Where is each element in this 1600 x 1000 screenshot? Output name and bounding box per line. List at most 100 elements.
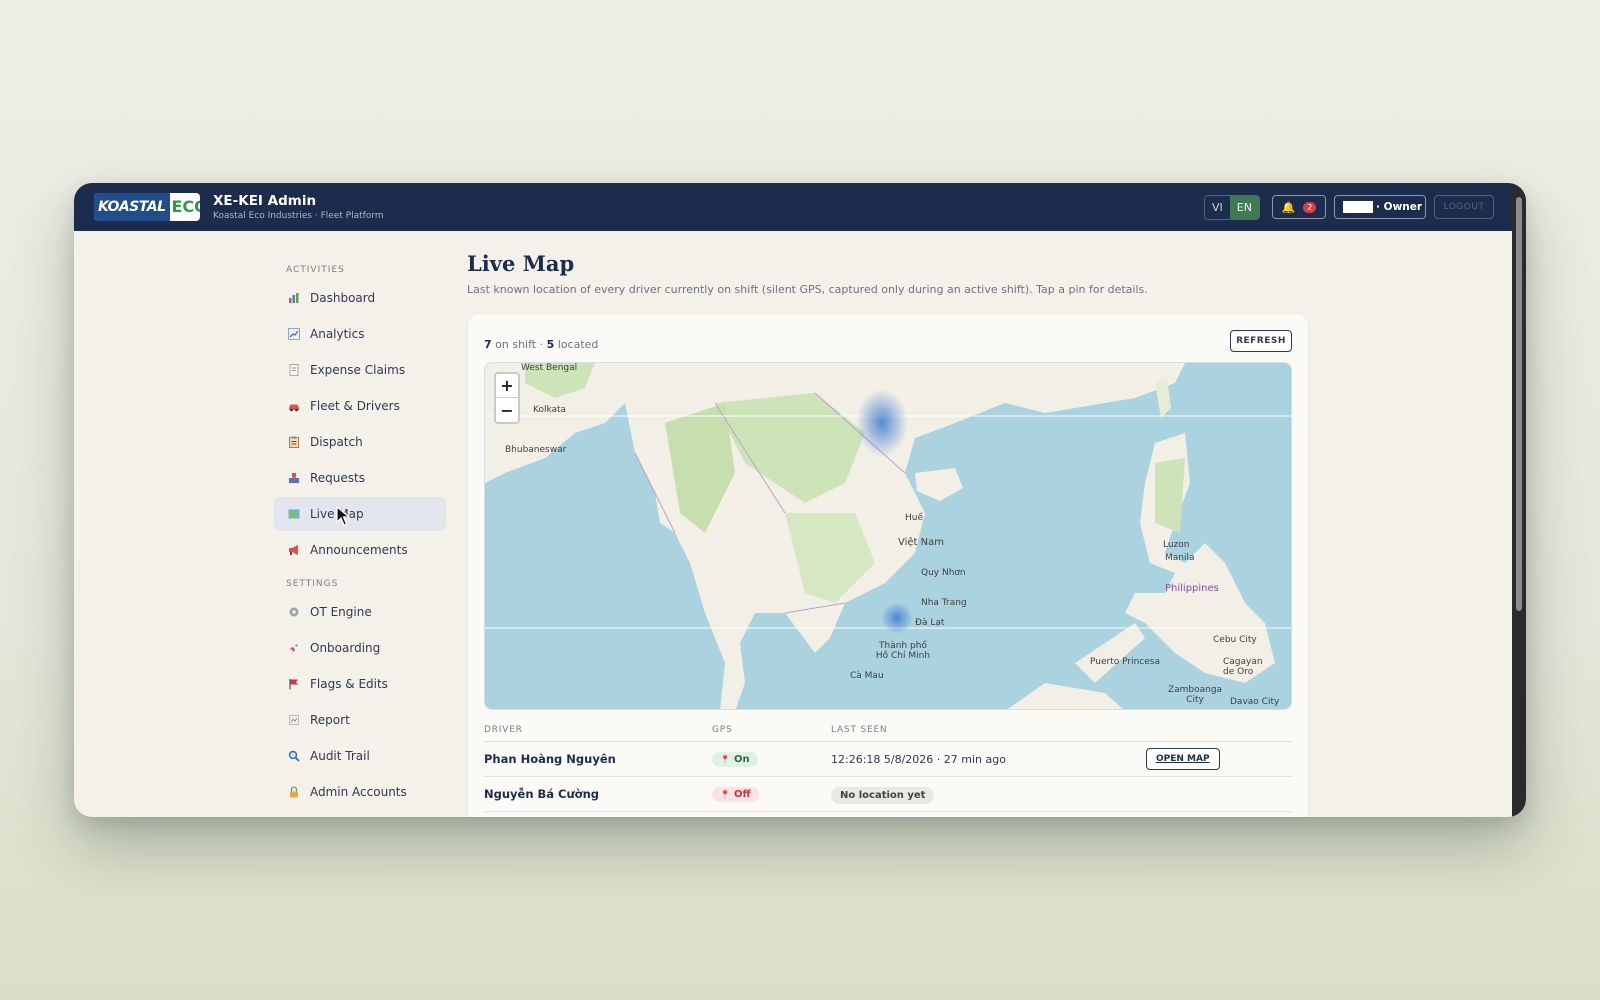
sidebar-item-ot-engine[interactable]: OT Engine — [274, 595, 446, 629]
sidebar-item-dashboard[interactable]: Dashboard — [274, 281, 446, 315]
driver-name: Nguyễn Bá Cường — [484, 787, 600, 801]
live-map[interactable]: West Bengal Kolkata Bhubaneswar Huế Việt… — [484, 362, 1292, 710]
sidebar-item-dispatch[interactable]: Dispatch — [274, 425, 446, 459]
gps-status-label: Off — [733, 789, 751, 800]
map-label: Việt Nam — [898, 537, 945, 548]
sidebar-item-requests[interactable]: Requests — [274, 461, 446, 495]
koastal-eco-logo[interactable]: KOASTAL ECO — [94, 193, 200, 221]
refresh-button[interactable]: REFRESH — [1230, 330, 1292, 352]
map-label: Zamboanga City — [1167, 685, 1223, 705]
pin-icon: 📍 — [720, 790, 730, 799]
map-label: Philippines — [1165, 583, 1219, 594]
drivers-table: DRIVER GPS LAST SEEN Phan Hoàng Nguyên 📍… — [484, 712, 1292, 812]
shift-stats: 7 on shift · 5 located — [484, 338, 598, 351]
map-label: Cebu City — [1213, 635, 1257, 645]
map-label: Cagayan de Oro — [1223, 657, 1263, 677]
sidebar-item-report[interactable]: Report — [274, 703, 446, 737]
activities-section-label: ACTIVITIES — [286, 265, 345, 275]
map-label: Quy Nhơn — [921, 568, 966, 578]
lang-vi-button[interactable]: VI — [1205, 196, 1230, 219]
sidebar-item-label: Flags & Edits — [310, 677, 388, 691]
sidebar-item-label: Requests — [310, 471, 365, 485]
settings-section-label: SETTINGS — [286, 579, 339, 589]
gps-status-badge: 📍 Off — [712, 787, 759, 802]
sidebar-item-label: Admin Accounts — [310, 785, 407, 799]
map-label: Davao City — [1230, 697, 1280, 707]
driver-cluster-hcmc[interactable] — [881, 602, 913, 634]
map-label: Bhubaneswar — [505, 445, 567, 455]
bell-icon: 🔔 — [1281, 200, 1296, 214]
mouse-cursor-icon — [336, 506, 350, 526]
sidebar-item-analytics[interactable]: Analytics — [274, 317, 446, 351]
last-seen-value: 12:26:18 5/8/2026 · 27 min ago — [831, 752, 1006, 766]
lock-icon — [288, 786, 300, 798]
map-label: Manila — [1165, 553, 1195, 563]
sidebar-nav: ACTIVITIES Dashboard Analytics Expense C… — [274, 231, 446, 811]
bar-chart-icon — [288, 292, 300, 304]
open-map-button[interactable]: OPEN MAP — [1146, 748, 1220, 770]
car-icon — [288, 400, 300, 412]
sidebar-item-label: OT Engine — [310, 605, 372, 619]
app-subtitle: Koastal Eco Industries · Fleet Platform — [213, 211, 384, 221]
map-label: Puerto Princesa — [1090, 657, 1160, 667]
sidebar-item-label: Dashboard — [310, 291, 376, 305]
scrollbar-thumb[interactable] — [1516, 197, 1522, 611]
sidebar-item-onboarding[interactable]: Onboarding — [274, 631, 446, 665]
inbox-icon — [288, 472, 300, 484]
sidebar-item-label: Audit Trail — [310, 749, 370, 763]
logo-eco: ECO — [171, 197, 201, 216]
table-row: Phan Hoàng Nguyên 📍 On 12:26:18 5/8/2026 … — [484, 742, 1292, 777]
megaphone-icon — [288, 544, 300, 556]
app-window: KOASTAL ECO XE-KEI Admin Koastal Eco Ind… — [74, 183, 1526, 817]
sidebar-item-expense-claims[interactable]: Expense Claims — [274, 353, 446, 387]
logo-wordmark: KOASTAL — [94, 193, 170, 221]
map-label: Luzon — [1163, 540, 1190, 550]
notifications-button[interactable]: 🔔 2 — [1272, 195, 1326, 219]
sidebar-item-audit-trail[interactable]: Audit Trail — [274, 739, 446, 773]
app-title: XE-KEI Admin — [213, 193, 317, 209]
zoom-in-button[interactable]: + — [496, 374, 518, 398]
notification-count-badge: 2 — [1303, 201, 1317, 213]
page-description: Last known location of every driver curr… — [467, 283, 1148, 296]
map-label: Cà Mau — [850, 671, 884, 681]
receipt-icon — [288, 364, 300, 376]
sidebar-item-announcements[interactable]: Announcements — [274, 533, 446, 567]
map-label: Đà Lạt — [915, 618, 945, 628]
driver-name: Phan Hoàng Nguyên — [484, 752, 616, 766]
sidebar-item-label: Fleet & Drivers — [310, 399, 400, 413]
last-seen-value: No location yet — [831, 787, 935, 804]
table-row: Nguyễn Bá Cường 📍 Off No location yet — [484, 777, 1292, 812]
map-label: Huế — [905, 513, 924, 523]
sidebar-item-label: Announcements — [310, 543, 408, 557]
gps-status-label: On — [733, 754, 750, 765]
map-label: Kolkata — [533, 405, 567, 415]
zoom-out-button[interactable]: − — [496, 398, 518, 422]
clipboard-icon — [288, 436, 300, 448]
sidebar-item-label: Onboarding — [310, 641, 381, 655]
gear-icon — [288, 606, 300, 618]
redacted-username — [1343, 201, 1373, 213]
sidebar-item-label: Dispatch — [310, 435, 363, 449]
window-scrollbar[interactable] — [1512, 183, 1526, 817]
map-label: West Bengal — [521, 363, 578, 373]
driver-cluster-hanoi[interactable] — [856, 389, 908, 457]
rocket-icon — [288, 642, 300, 654]
sidebar-item-admin-accounts[interactable]: Admin Accounts — [274, 775, 446, 809]
logout-button[interactable]: LOGOUT — [1434, 195, 1494, 219]
magnifier-icon — [288, 750, 300, 762]
lang-en-button[interactable]: EN — [1229, 196, 1259, 219]
line-chart-icon — [288, 328, 300, 340]
located-count: 5 — [546, 338, 555, 351]
sidebar-item-live-map[interactable]: Live Map — [274, 497, 446, 531]
user-role: · Owner — [1376, 201, 1423, 213]
table-header: DRIVER GPS LAST SEEN — [484, 712, 1292, 742]
column-header-last-seen: LAST SEEN — [831, 725, 888, 735]
gps-status-badge: 📍 On — [712, 752, 758, 767]
user-menu-button[interactable]: · Owner — [1334, 195, 1426, 219]
pin-icon: 📍 — [720, 755, 730, 764]
column-header-gps: GPS — [712, 725, 733, 735]
sidebar-item-fleet-drivers[interactable]: Fleet & Drivers — [274, 389, 446, 423]
sidebar-item-label: Analytics — [310, 327, 365, 341]
located-label: located — [557, 338, 599, 351]
sidebar-item-flags-edits[interactable]: Flags & Edits — [274, 667, 446, 701]
